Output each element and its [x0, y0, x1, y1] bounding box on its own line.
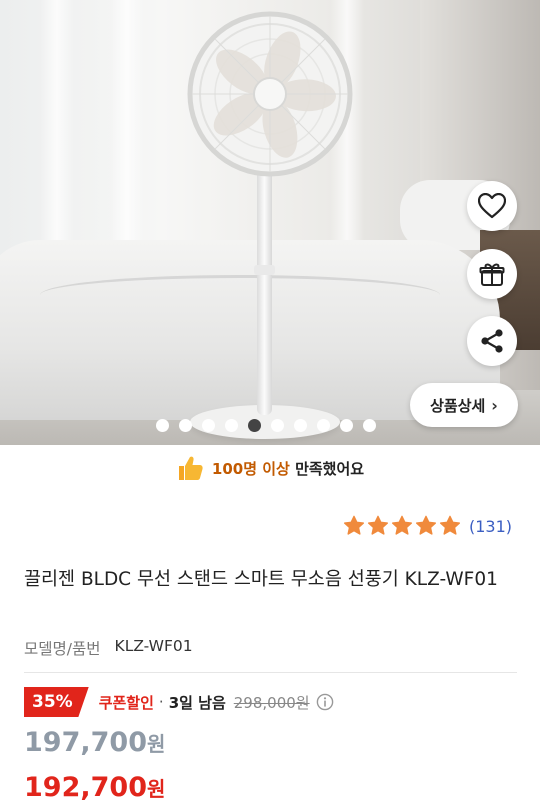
star-icon — [439, 515, 461, 535]
share-button[interactable] — [467, 316, 517, 366]
fan-pole — [257, 170, 272, 415]
pagination-dot[interactable] — [317, 419, 330, 432]
heart-icon — [478, 193, 506, 219]
satisfaction-text: 만족했어요 — [295, 459, 365, 478]
fan-joint — [254, 265, 275, 275]
sale-price: 197,700원 — [24, 727, 165, 758]
original-price: 298,000원 — [233, 693, 310, 712]
pagination-dot[interactable] — [271, 419, 284, 432]
coupon-price: 192,700원 — [24, 772, 165, 803]
model-label: 모델명/품번 — [24, 640, 101, 658]
star-icon — [415, 515, 437, 535]
review-count[interactable]: (131) — [469, 517, 512, 536]
thumbs-up-icon — [178, 456, 203, 480]
gallery-pagination[interactable] — [0, 419, 540, 432]
info-icon[interactable] — [316, 693, 334, 711]
star-icon — [391, 515, 413, 535]
rating-summary[interactable]: (131) — [343, 515, 512, 537]
coupon-price-amount: 192,700 — [24, 772, 147, 803]
pagination-dot[interactable] — [294, 419, 307, 432]
pagination-dot[interactable] — [202, 419, 215, 432]
pagination-dot[interactable] — [340, 419, 353, 432]
pagination-dot-active[interactable] — [248, 419, 261, 432]
chevron-right-icon: › — [491, 395, 498, 415]
satisfaction-highlight: 100명 이상 — [211, 459, 290, 478]
pagination-dot[interactable] — [156, 419, 169, 432]
gift-icon — [479, 263, 505, 286]
share-icon — [481, 329, 503, 353]
sale-price-currency: 원 — [146, 732, 166, 756]
star-icon — [367, 515, 389, 535]
pagination-dot[interactable] — [225, 419, 238, 432]
separator: · — [158, 693, 164, 711]
product-title: 끌리젠 BLDC 무선 스탠드 스마트 무소음 선풍기 KLZ-WF01 — [24, 569, 498, 590]
pagination-dot[interactable] — [179, 419, 192, 432]
model-value: KLZ-WF01 — [114, 637, 193, 655]
discount-row: 35% 쿠폰할인 · 3일 남음 298,000원 — [24, 686, 334, 718]
pagination-dot[interactable] — [363, 419, 376, 432]
fan-head — [187, 11, 353, 177]
product-image-gallery[interactable]: 상품상세 › — [0, 0, 540, 445]
coupon-price-currency: 원 — [146, 777, 166, 801]
discount-badge: 35% — [24, 687, 89, 717]
bed-fold — [40, 275, 440, 315]
sale-price-amount: 197,700 — [24, 727, 147, 758]
divider — [24, 672, 517, 673]
star-rating — [343, 515, 461, 537]
product-detail-label: 상품상세 — [430, 396, 486, 415]
gift-button[interactable] — [467, 249, 517, 299]
model-info: 모델명/품번 KLZ-WF01 — [24, 637, 193, 659]
coupon-label: 쿠폰할인 — [98, 693, 154, 712]
star-icon — [343, 515, 365, 535]
satisfaction-banner: 100명 이상 만족했어요 — [0, 450, 540, 486]
remaining-time: 3일 남음 — [168, 693, 226, 712]
wishlist-button[interactable] — [467, 181, 517, 231]
